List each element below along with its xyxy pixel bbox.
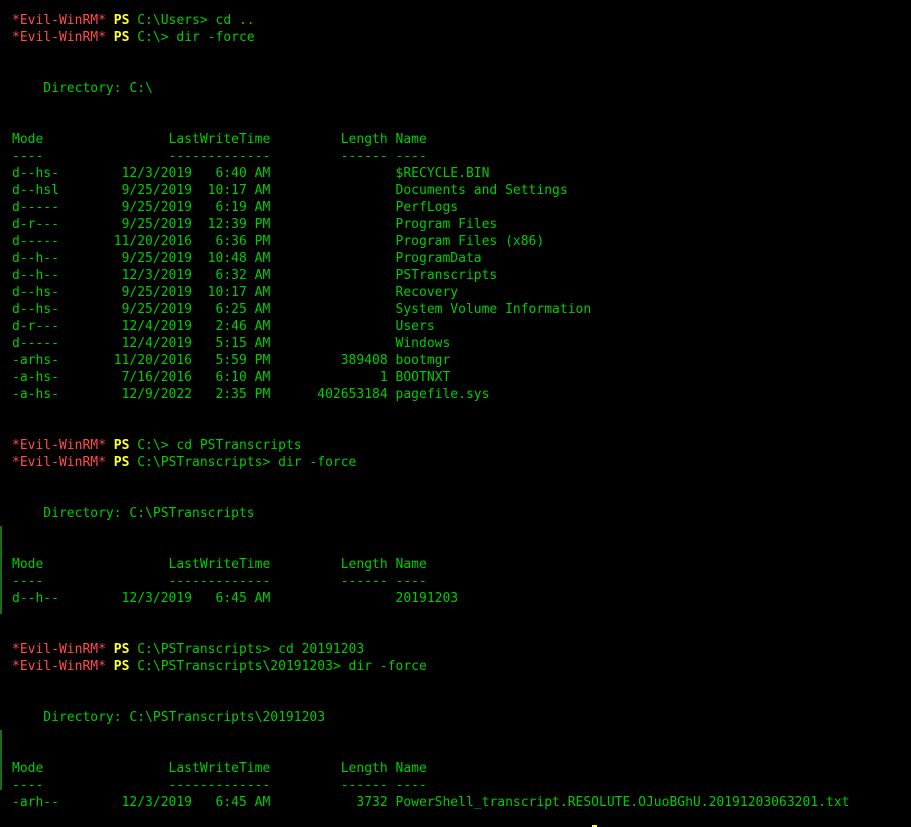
- directory-entry: d-r--- 12/4/2019 2:46 AM Users: [12, 319, 435, 334]
- directory-entry: d----- 12/4/2019 5:15 AM Windows: [12, 336, 451, 351]
- command-text: C:\Users> cd ..: [137, 13, 255, 28]
- command-text: C:\> dir -force: [137, 30, 255, 45]
- command-text: C:\PSTranscripts\20191203> dir -force: [137, 659, 427, 674]
- ps-label: PS: [113, 642, 130, 657]
- command-text: C:\PSTranscripts> dir -force: [137, 455, 357, 470]
- column-header: Mode LastWriteTime Length Name: [12, 132, 427, 147]
- directory-entry: d-r--- 9/25/2019 12:39 PM Program Files: [12, 217, 498, 232]
- prompt-tag: *Evil-WinRM*: [12, 642, 106, 657]
- left-edge-marker: [0, 526, 2, 614]
- prompt-tag: *Evil-WinRM*: [12, 455, 106, 470]
- directory-entry: d--hs- 9/25/2019 6:25 AM System Volume I…: [12, 302, 592, 317]
- directory-entry: d--h-- 9/25/2019 10:48 AM ProgramData: [12, 251, 482, 266]
- directory-heading: Directory: C:\PSTranscripts\20191203: [12, 710, 326, 725]
- directory-entry: d--h-- 12/3/2019 6:32 AM PSTranscripts: [12, 268, 498, 283]
- command-text: C:\PSTranscripts> cd 20191203: [137, 642, 365, 657]
- column-underline: ---- ------------- ------ ----: [12, 778, 427, 793]
- directory-entry: d----- 9/25/2019 6:19 AM PerfLogs: [12, 200, 459, 215]
- column-underline: ---- ------------- ------ ----: [12, 574, 427, 589]
- terminal-window[interactable]: *Evil-WinRM* PS C:\Users> cd .. *Evil-Wi…: [0, 0, 911, 827]
- prompt-tag: *Evil-WinRM*: [12, 30, 106, 45]
- command-line: *Evil-WinRM* PS C:\> dir -force: [12, 29, 255, 46]
- command-line: *Evil-WinRM* PS C:\> cd PSTranscripts: [12, 437, 302, 454]
- prompt-tag: *Evil-WinRM*: [12, 438, 106, 453]
- column-header: Mode LastWriteTime Length Name: [12, 557, 427, 572]
- file-entry: -arh-- 12/3/2019 6:45 AM 3732 PowerShell…: [12, 795, 850, 810]
- file-entry: -arhs- 11/20/2016 5:59 PM 389408 bootmgr: [12, 353, 451, 368]
- directory-entry: d--hs- 12/3/2019 6:40 AM $RECYCLE.BIN: [12, 166, 490, 181]
- column-underline: ---- ------------- ------ ----: [12, 149, 427, 164]
- command-line: *Evil-WinRM* PS C:\Users> cd ..: [12, 12, 255, 29]
- ps-label: PS: [113, 30, 130, 45]
- column-header: Mode LastWriteTime Length Name: [12, 761, 427, 776]
- command-line: *Evil-WinRM* PS C:\PSTranscripts> dir -f…: [12, 454, 356, 471]
- file-entry: -a-hs- 7/16/2016 6:10 AM 1 BOOTNXT: [12, 370, 451, 385]
- command-line: *Evil-WinRM* PS C:\PSTranscripts> cd 201…: [12, 641, 364, 658]
- directory-entry: d--hsl 9/25/2019 10:17 AM Documents and …: [12, 183, 568, 198]
- directory-entry: d----- 11/20/2016 6:36 PM Program Files …: [12, 234, 545, 249]
- ps-label: PS: [113, 659, 130, 674]
- directory-heading: Directory: C:\PSTranscripts: [12, 506, 255, 521]
- prompt-tag: *Evil-WinRM*: [12, 13, 106, 28]
- left-edge-marker: [0, 730, 2, 790]
- prompt-tag: *Evil-WinRM*: [12, 659, 106, 674]
- ps-label: PS: [113, 13, 130, 28]
- directory-entry: d--hs- 9/25/2019 10:17 AM Recovery: [12, 285, 459, 300]
- file-entry: -a-hs- 12/9/2022 2:35 PM 402653184 pagef…: [12, 387, 490, 402]
- ps-label: PS: [113, 438, 130, 453]
- command-text: C:\> cd PSTranscripts: [137, 438, 302, 453]
- directory-entry: d--h-- 12/3/2019 6:45 AM 20191203: [12, 591, 459, 606]
- command-line: *Evil-WinRM* PS C:\PSTranscripts\2019120…: [12, 658, 427, 675]
- ps-label: PS: [113, 455, 130, 470]
- directory-heading: Directory: C:\: [12, 81, 153, 96]
